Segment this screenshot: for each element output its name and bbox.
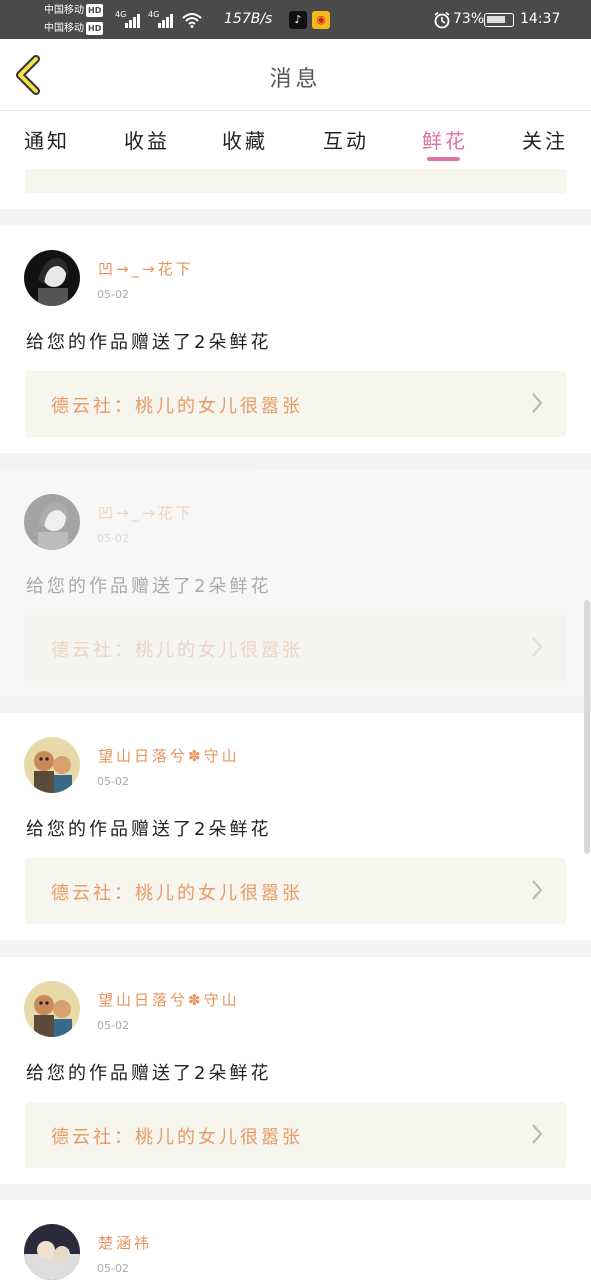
scrollbar[interactable]	[584, 600, 590, 854]
sender-name[interactable]: 凹→_→花下	[98, 502, 194, 523]
chevron-right-icon	[532, 1124, 543, 1144]
message-date: 05-02	[97, 1262, 129, 1275]
avatar[interactable]	[24, 737, 80, 793]
work-title: 德云社：桃儿的女儿很嚣张	[51, 883, 303, 904]
message-card: 凹→_→花下 05-02 给您的作品赠送了2朵鲜花 德云社：桃儿的女儿很嚣张	[0, 226, 591, 453]
sender-name[interactable]: 望山日落兮✽守山	[98, 989, 240, 1010]
work-title: 德云社：桃儿的女儿很嚣张	[51, 396, 303, 417]
message-feed[interactable]: 凹→_→花下 05-02 给您的作品赠送了2朵鲜花 德云社：桃儿的女儿很嚣张 凹…	[0, 169, 591, 1280]
message-card: 望山日落兮✽守山 05-02 给您的作品赠送了2朵鲜花 德云社：桃儿的女儿很嚣张	[0, 957, 591, 1184]
message-text: 给您的作品赠送了2朵鲜花	[26, 576, 272, 597]
sender-name[interactable]: 望山日落兮✽守山	[98, 745, 240, 766]
tab-following[interactable]: 关注	[522, 125, 568, 154]
clock: 14:37	[520, 11, 561, 27]
message-text: 给您的作品赠送了2朵鲜花	[26, 332, 272, 353]
chevron-right-icon	[530, 169, 544, 171]
sender-name[interactable]: 凹→_→花下	[98, 258, 194, 279]
status-bar: 中国移动 HD 中国移动 HD 4G 4G 157B/s ♪ ◉ 73% 14:37	[0, 0, 591, 39]
avatar[interactable]	[24, 250, 80, 306]
tiktok-icon: ♪	[289, 11, 307, 29]
avatar[interactable]	[24, 1224, 80, 1280]
tab-notifications[interactable]: 通知	[24, 125, 70, 154]
work-link[interactable]: 德云社：桃儿的女儿很嚣张	[25, 1102, 566, 1168]
battery-icon	[484, 13, 514, 27]
tab-interactions[interactable]: 互动	[323, 125, 369, 154]
carrier-1: 中国移动 HD	[44, 4, 104, 17]
message-date: 05-02	[97, 288, 129, 301]
chevron-right-icon	[532, 880, 543, 900]
message-text: 给您的作品赠送了2朵鲜花	[26, 1063, 272, 1084]
message-card: 望山日落兮✽守山 05-02 给您的作品赠送了2朵鲜花 德云社：桃儿的女儿很嚣张	[0, 713, 591, 940]
tab-active-indicator	[427, 157, 460, 161]
avatar[interactable]	[24, 981, 80, 1037]
work-link[interactable]: 德云社：桃儿的女儿很嚣张	[25, 858, 566, 924]
header: 消息	[0, 39, 591, 111]
work-link-partial[interactable]	[25, 169, 566, 193]
message-card: 楚涵祎 05-02	[0, 1200, 591, 1280]
work-title: 德云社：桃儿的女儿很嚣张	[51, 640, 303, 661]
chevron-right-icon	[532, 393, 543, 413]
tab-earnings[interactable]: 收益	[124, 125, 170, 154]
alarm-icon	[434, 11, 450, 29]
battery-percent: 73%	[453, 11, 485, 27]
signal-icon-2	[158, 14, 173, 28]
avatar[interactable]	[24, 494, 80, 550]
message-date: 05-02	[97, 532, 129, 545]
message-text: 给您的作品赠送了2朵鲜花	[26, 819, 272, 840]
message-card-partial	[0, 169, 591, 209]
message-date: 05-02	[97, 1019, 129, 1032]
message-date: 05-02	[97, 775, 129, 788]
tab-flowers[interactable]: 鲜花	[422, 125, 468, 154]
chevron-right-icon	[532, 637, 543, 657]
tab-bar: 通知 收益 收藏 互动 鲜花 关注	[0, 111, 591, 169]
work-link[interactable]: 德云社：桃儿的女儿很嚣张	[25, 371, 566, 437]
work-link[interactable]: 德云社：桃儿的女儿很嚣张	[25, 615, 566, 681]
weibo-icon: ◉	[312, 11, 330, 29]
page-title: 消息	[269, 67, 322, 92]
sender-name[interactable]: 楚涵祎	[98, 1232, 152, 1253]
signal-icon	[125, 14, 140, 28]
network-speed: 157B/s	[224, 11, 273, 27]
work-title: 德云社：桃儿的女儿很嚣张	[51, 1127, 303, 1148]
tab-favorites[interactable]: 收藏	[222, 125, 268, 154]
carrier-2: 中国移动 HD	[44, 22, 104, 35]
message-card: 凹→_→花下 05-02 给您的作品赠送了2朵鲜花 德云社：桃儿的女儿很嚣张	[0, 470, 591, 697]
wifi-icon	[182, 13, 202, 28]
